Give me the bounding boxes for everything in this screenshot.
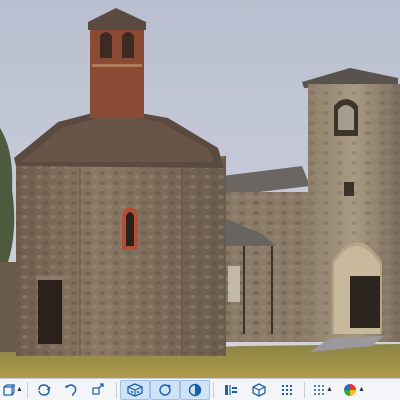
pan-icon — [92, 382, 104, 395]
3d-model-button[interactable] — [120, 379, 150, 400]
chevron-down-icon: ▲ — [16, 386, 23, 393]
zoom-refresh-button[interactable] — [150, 379, 180, 400]
chevron-down-icon: ▲ — [326, 386, 333, 393]
orbit-left-icon — [65, 383, 77, 396]
zoom-refresh-icon — [159, 383, 171, 396]
point-cloud-viewport[interactable] — [0, 0, 400, 378]
baptistery-lantern — [90, 22, 144, 118]
half-sphere-button[interactable] — [180, 379, 210, 400]
toolbar-separator — [27, 381, 28, 398]
half-sphere-icon — [188, 383, 202, 396]
toolbar-separator — [304, 381, 305, 398]
3d-model-icon — [127, 382, 143, 397]
viewer-toolbar: ▲ ▲ ▲ — [0, 378, 400, 400]
section-plane-icon — [225, 384, 237, 395]
point-cloud-render[interactable] — [0, 0, 400, 378]
pan-button[interactable] — [85, 380, 113, 400]
view-cube-button[interactable]: ▲ — [2, 380, 24, 400]
chevron-down-icon: ▲ — [358, 386, 365, 393]
small-window — [344, 182, 354, 196]
color-palette-icon — [344, 383, 357, 396]
toolbar-separator — [116, 381, 117, 398]
point-size-button[interactable]: ▲ — [308, 380, 338, 400]
point-size-icon — [314, 384, 325, 395]
rotate-icon — [38, 383, 51, 396]
point-grid-icon — [282, 384, 292, 395]
orbit-left-button[interactable] — [57, 380, 85, 400]
portal-door — [350, 276, 380, 328]
baptistery-doorway — [38, 278, 62, 344]
point-grid-button[interactable] — [273, 380, 301, 400]
view-cube-icon — [3, 383, 16, 396]
rotate-button[interactable] — [31, 380, 57, 400]
box-clip-button[interactable] — [245, 380, 273, 400]
side-door — [228, 266, 240, 302]
toolbar-separator — [213, 381, 214, 398]
section-plane-button[interactable] — [217, 380, 245, 400]
box-clip-icon — [252, 382, 266, 397]
color-palette-button[interactable]: ▲ — [338, 380, 370, 400]
